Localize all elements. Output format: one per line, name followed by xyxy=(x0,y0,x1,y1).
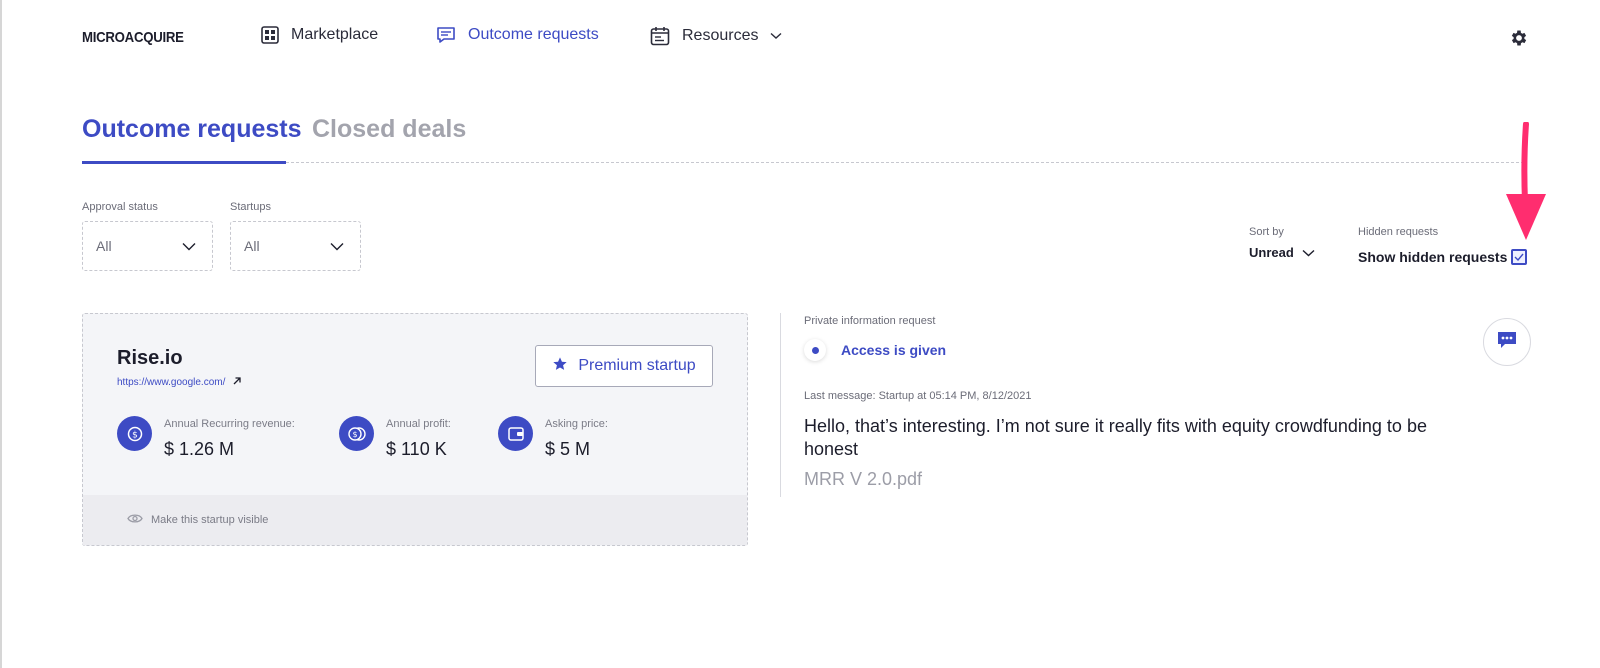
approval-status-label: Approval status xyxy=(82,201,158,213)
startup-url-text: https://www.google.com/ xyxy=(117,377,226,388)
startups-label: Startups xyxy=(230,201,271,213)
attachment-link[interactable]: MRR V 2.0.pdf xyxy=(804,469,922,490)
marketplace-icon xyxy=(261,26,279,44)
svg-text:$: $ xyxy=(132,430,138,440)
column-divider xyxy=(780,313,781,497)
status-dot-icon xyxy=(804,339,826,361)
chat-icon xyxy=(436,26,456,44)
premium-startup-label: Premium startup xyxy=(578,357,696,374)
svg-text:$: $ xyxy=(352,430,357,439)
window-edge xyxy=(0,0,2,668)
open-chat-button[interactable] xyxy=(1483,318,1531,366)
check-icon xyxy=(1514,253,1524,261)
coins-icon: $ xyxy=(339,416,374,451)
nav-resources[interactable]: Resources xyxy=(650,26,782,46)
approval-status-select[interactable]: All xyxy=(82,221,213,271)
chevron-down-icon xyxy=(1302,245,1315,260)
chevron-down-icon xyxy=(770,32,782,40)
sort-by-value: Unread xyxy=(1249,245,1294,260)
settings-gear-icon[interactable] xyxy=(1509,28,1529,53)
make-visible-toggle[interactable]: Make this startup visible xyxy=(83,495,747,545)
request-type-label: Private information request xyxy=(804,315,936,327)
last-message-meta: Last message: Startup at 05:14 PM, 8/12/… xyxy=(804,390,1032,402)
message-text: Hello, that’s interesting. I’m not sure … xyxy=(804,416,1427,459)
dollar-coin-icon: $ xyxy=(117,416,152,451)
tab-closed-deals[interactable]: Closed deals xyxy=(312,115,466,144)
metric-value: $ 5 M xyxy=(545,439,591,459)
nav-outcome-requests-label: Outcome requests xyxy=(468,26,599,43)
metric-label: Annual profit: xyxy=(386,418,451,430)
startup-card: Rise.io https://www.google.com/ Premium … xyxy=(82,313,748,546)
show-hidden-requests-label[interactable]: Show hidden requests xyxy=(1358,249,1507,265)
external-link-icon xyxy=(233,377,242,388)
active-tab-indicator xyxy=(82,161,286,164)
startup-name: Rise.io xyxy=(117,347,183,369)
approval-status-value: All xyxy=(96,238,112,254)
premium-startup-button[interactable]: Premium startup xyxy=(535,345,713,387)
hidden-requests-label: Hidden requests xyxy=(1358,226,1439,238)
metric-label: Asking price: xyxy=(545,418,608,430)
metric-asking-price: Asking price: $ 5 M xyxy=(498,416,608,460)
chevron-down-icon xyxy=(182,238,196,254)
calendar-icon xyxy=(650,26,670,46)
annotation-arrow-icon xyxy=(1502,121,1550,249)
nav-marketplace[interactable]: Marketplace xyxy=(261,26,378,44)
startups-value: All xyxy=(244,238,260,254)
show-hidden-requests-checkbox[interactable] xyxy=(1511,249,1527,265)
metric-annual-profit: $ Annual profit: $ 110 K xyxy=(339,416,451,460)
startup-url-link[interactable]: https://www.google.com/ xyxy=(117,377,242,388)
brand-logo[interactable]: MICROACQUIRE xyxy=(82,29,184,46)
chat-bubble-icon xyxy=(1496,330,1518,355)
startups-select[interactable]: All xyxy=(230,221,361,271)
metric-arr: $ Annual Recurring revenue: $ 1.26 M xyxy=(117,416,295,460)
nav-resources-label: Resources xyxy=(682,27,759,44)
metric-label: Annual Recurring revenue: xyxy=(164,418,295,430)
sort-by-label: Sort by xyxy=(1249,226,1284,238)
sort-by-select[interactable]: Unread xyxy=(1249,245,1315,260)
tab-outcome-requests[interactable]: Outcome requests xyxy=(82,115,302,144)
chevron-down-icon xyxy=(330,238,344,254)
tab-divider xyxy=(286,162,1524,163)
nav-marketplace-label: Marketplace xyxy=(291,26,379,43)
nav-outcome-requests[interactable]: Outcome requests xyxy=(436,26,599,44)
metric-value: $ 1.26 M xyxy=(164,439,235,459)
access-status: Access is given xyxy=(841,342,947,358)
wallet-icon xyxy=(498,416,533,451)
metric-value: $ 110 K xyxy=(386,439,447,459)
star-icon xyxy=(552,356,568,377)
make-visible-label: Make this startup visible xyxy=(151,514,269,526)
eye-icon xyxy=(127,513,143,527)
